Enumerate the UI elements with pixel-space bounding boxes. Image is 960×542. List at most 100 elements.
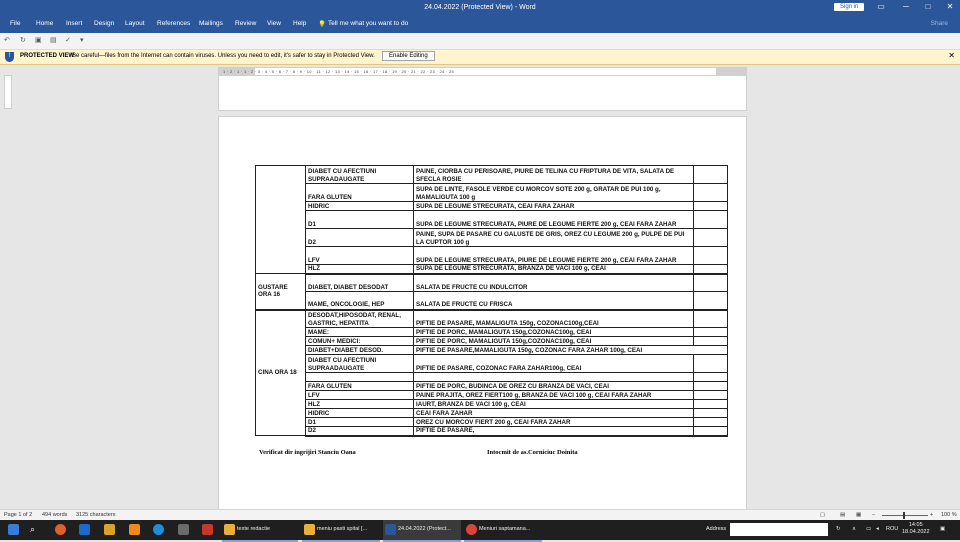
share-button[interactable]: Share xyxy=(931,20,948,27)
tab-insert[interactable]: Insert xyxy=(66,20,82,27)
redo-icon[interactable]: ↻ xyxy=(20,36,26,44)
diet-cell: DIABET CU AFECTIUNI SUPRAADAUGATE xyxy=(305,165,414,184)
notifications-icon[interactable]: ▣ xyxy=(940,526,945,532)
diet-cell: D1 xyxy=(305,210,414,229)
undo-icon[interactable]: ↶ xyxy=(4,36,10,44)
clock[interactable]: 14:05 18.04.2022 xyxy=(902,522,930,536)
empty-cell xyxy=(693,210,728,229)
diet-cell: LFV xyxy=(305,390,414,400)
meal-cell: PIFTIE DE PORC, MAMALIGUTA 150g,COZONAC1… xyxy=(413,336,694,346)
search-icon[interactable]: ⌕ xyxy=(30,524,41,535)
table-row: GUSTARE ORA 16 DIABET, DIABET DESODAT SA… xyxy=(255,273,728,311)
volume-icon[interactable]: ◂ xyxy=(876,526,879,532)
tell-me-search[interactable]: Tell me what you want to do xyxy=(328,20,408,27)
meal-cell: PAINE, CIORBA CU PERISOARE, PIURE DE TEL… xyxy=(413,165,694,184)
save-icon[interactable]: ▣ xyxy=(35,36,42,44)
document-page-1[interactable] xyxy=(218,75,747,111)
table-row: FARA GLUTEN SUPA DE LINTE, FASOLE VERDE … xyxy=(256,183,728,202)
diet-cell: HIDRIC xyxy=(305,408,414,418)
zoom-slider[interactable] xyxy=(882,515,928,516)
tab-review[interactable]: Review xyxy=(235,20,256,27)
word-count[interactable]: 494 words xyxy=(42,512,67,518)
zoom-out-icon[interactable]: − xyxy=(872,512,875,518)
taskbar-item[interactable]: Meniuri saptamana... xyxy=(464,520,542,542)
page-count[interactable]: Page 1 of 2 xyxy=(4,512,32,518)
taskbar-item[interactable]: meniu pasti spital [... xyxy=(302,520,380,542)
zoom-in-icon[interactable]: + xyxy=(930,512,933,518)
print-preview-icon[interactable]: ▤ xyxy=(50,36,57,44)
table-row: D2 PAINE, SUPA DE PASARE CU GALUSTE DE G… xyxy=(256,228,728,247)
edge-icon[interactable] xyxy=(153,524,164,535)
refresh-icon[interactable]: ↻ xyxy=(836,526,841,532)
taskbar-item-label: Meniuri saptamana... xyxy=(479,526,531,532)
tab-home[interactable]: Home xyxy=(36,20,53,27)
explorer-icon[interactable] xyxy=(178,524,189,535)
tab-design[interactable]: Design xyxy=(94,20,114,27)
lightbulb-icon: 💡 xyxy=(318,21,327,28)
language-indicator[interactable]: ROU xyxy=(886,526,898,532)
close-window-icon[interactable]: ✕ xyxy=(942,2,958,11)
vertical-ruler[interactable] xyxy=(4,75,12,109)
start-icon[interactable] xyxy=(8,524,19,535)
diet-cell xyxy=(305,372,414,382)
character-count[interactable]: 3125 characters xyxy=(76,512,115,518)
table-row: D1 SUPA DE LEGUME STRECURATA, PIURE DE L… xyxy=(256,210,728,229)
meal-cell: SUPA DE LINTE, FASOLE VERDE CU MORCOV SO… xyxy=(413,183,694,202)
empty-cell xyxy=(693,426,728,437)
shield-icon: ! xyxy=(5,52,14,62)
empty-cell xyxy=(693,273,728,292)
clock-time: 14:05 xyxy=(908,522,923,528)
minimize-icon[interactable]: ─ xyxy=(898,2,914,11)
meal-cell xyxy=(413,372,694,382)
empty-cell xyxy=(693,291,728,311)
pdf-reader-icon[interactable] xyxy=(202,524,213,535)
tab-help[interactable]: Help xyxy=(293,20,306,27)
folder-icon xyxy=(224,524,235,535)
tab-layout[interactable]: Layout xyxy=(125,20,145,27)
zoom-level[interactable]: 100 % xyxy=(941,512,957,518)
empty-cell xyxy=(693,390,728,400)
diet-cell: FARA GLUTEN xyxy=(305,183,414,202)
empty-cell xyxy=(693,354,728,373)
prepared-by-signature: Intocmit de as.Corniciuc Doinita xyxy=(487,449,578,456)
maximize-icon[interactable]: □ xyxy=(920,2,936,11)
tray-chevron-icon[interactable]: ∧ xyxy=(852,526,856,532)
vlc-icon[interactable] xyxy=(129,524,140,535)
sign-in-button[interactable]: Sign in xyxy=(834,3,865,11)
address-input[interactable] xyxy=(730,523,828,536)
document-page-2[interactable]: DIABET CU AFECTIUNI SUPRAADAUGATE PAINE,… xyxy=(218,116,747,518)
close-icon[interactable]: ✕ xyxy=(948,51,955,60)
tab-mailings[interactable]: Mailings xyxy=(199,20,223,27)
read-mode-icon[interactable]: ▤ xyxy=(840,512,845,518)
firefox-icon[interactable] xyxy=(55,524,66,535)
taskbar-item-active[interactable]: 24.04.2022 (Protect... xyxy=(383,520,461,542)
table-row: HLZ IAURT, BRANZA DE VACI 100 g, CEAI xyxy=(256,399,728,409)
taskbar-item[interactable]: texte redactie xyxy=(222,520,298,542)
protected-view-title: PROTECTED VIEW xyxy=(20,53,75,59)
print-layout-icon[interactable]: ▦ xyxy=(856,512,861,518)
empty-cell xyxy=(693,417,728,427)
ruler-right-margin xyxy=(716,68,746,75)
tab-view[interactable]: View xyxy=(267,20,281,27)
table-row: HIDRIC SUPA DE LEGUME STRECURATA, CEAI F… xyxy=(256,201,728,211)
ribbon-display-icon[interactable]: ▭ xyxy=(873,2,889,11)
zoom-slider-thumb[interactable] xyxy=(903,512,905,519)
protected-view-message: Be careful—files from the Internet can c… xyxy=(72,53,375,59)
table-row: HIDRIC CEAI FARA ZAHAR xyxy=(256,408,728,418)
diet-cell: MAME: xyxy=(305,327,414,337)
menu-table: DIABET CU AFECTIUNI SUPRAADAUGATE PAINE,… xyxy=(255,165,728,437)
tab-file[interactable]: File xyxy=(10,20,20,27)
diet-cell: DIABET+DIABET DESOD. xyxy=(305,345,414,355)
empty-cell xyxy=(693,381,728,391)
outlook-icon[interactable] xyxy=(79,524,90,535)
spelling-icon[interactable]: ✓ xyxy=(65,36,71,44)
customize-toolbar-icon[interactable]: ▾ xyxy=(80,36,84,44)
diet-cell: FARA GLUTEN xyxy=(305,381,414,391)
enable-editing-button[interactable]: Enable Editing xyxy=(382,51,435,61)
network-icon[interactable]: ▭ xyxy=(866,526,871,532)
taskbar-item-label: meniu pasti spital [... xyxy=(317,526,368,532)
title-bar: 24.04.2022 (Protected View) - Word Sign … xyxy=(0,0,960,16)
tab-references[interactable]: References xyxy=(157,20,190,27)
focus-mode-icon[interactable]: ▢ xyxy=(820,512,825,518)
pinned-app-icon[interactable] xyxy=(104,524,115,535)
